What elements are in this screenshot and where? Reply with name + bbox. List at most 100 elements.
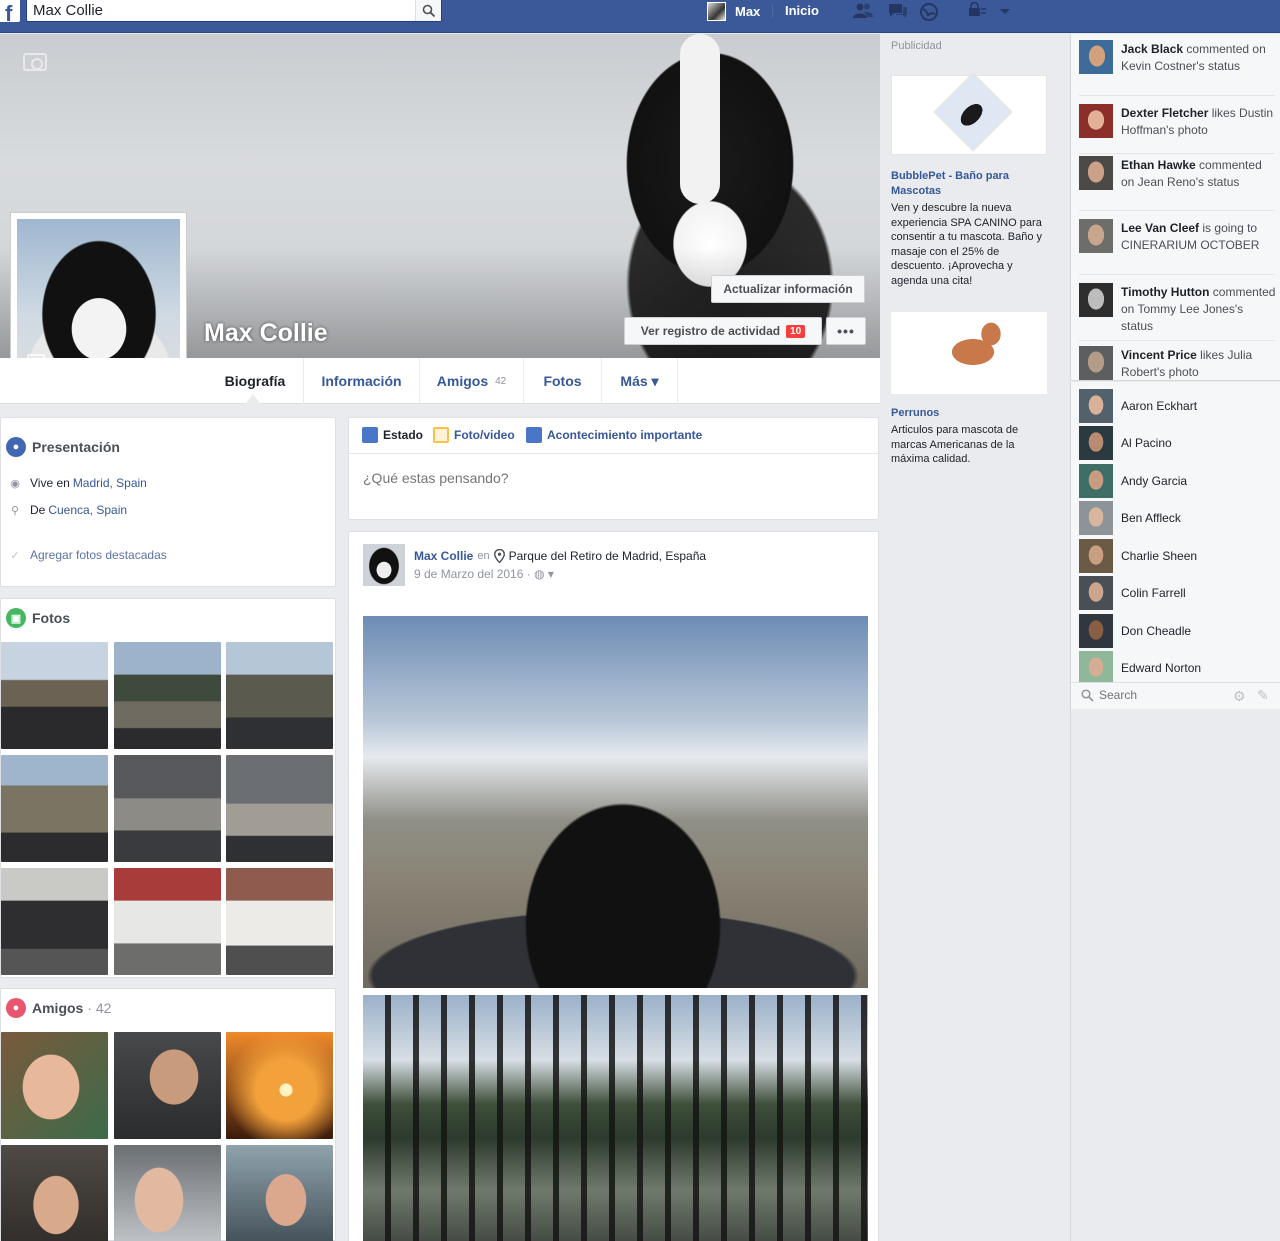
photo-thumbnail[interactable] — [114, 868, 221, 975]
composer-tab-photo[interactable]: Foto/video — [433, 427, 515, 443]
chat-contact-name: Aaron Eckhart — [1121, 399, 1198, 413]
chevron-down-icon[interactable] — [998, 2, 1018, 20]
photo-thumbnail[interactable] — [226, 642, 333, 749]
messages-icon[interactable] — [887, 2, 907, 20]
tab-label: Más ▾ — [620, 372, 659, 389]
chat-contact[interactable]: Don Cheadle — [1079, 613, 1275, 649]
from-prefix: De — [30, 503, 46, 517]
search-icon — [422, 4, 436, 18]
chat-contact-name: Al Pacino — [1121, 436, 1172, 450]
composer: Estado Foto/video Acontecimiento importa… — [348, 417, 879, 520]
tab-about[interactable]: Información — [304, 358, 420, 404]
ad-dog-graphic — [939, 318, 1003, 382]
friend-thumbnail[interactable] — [1, 1145, 108, 1241]
friend-thumbnail[interactable] — [114, 1145, 221, 1241]
composer-tabs: Estado Foto/video Acontecimiento importa… — [349, 418, 878, 454]
post-author-link[interactable]: Max Collie — [414, 549, 473, 563]
from-link[interactable]: Cuenca, Spain — [48, 503, 127, 517]
nav-home-link[interactable]: Inicio — [785, 3, 819, 18]
photo-thumbnail[interactable] — [226, 755, 333, 862]
facebook-logo[interactable]: f — [0, 0, 20, 22]
lives-in-link[interactable]: Madrid, Spain — [73, 476, 147, 490]
privacy-shortcuts-icon[interactable] — [967, 2, 987, 20]
chat-contact[interactable]: Ben Affleck — [1079, 500, 1275, 536]
ticker-item[interactable]: Lee Van Cleef is going to CINERARIUM OCT… — [1079, 217, 1275, 275]
tab-label: Fotos — [543, 373, 582, 389]
update-info-button[interactable]: Actualizar información — [711, 275, 865, 303]
add-featured-line[interactable]: ✓ Agregar fotos destacadas — [9, 548, 167, 562]
profile-name[interactable]: Max Collie — [204, 319, 328, 348]
ad-image[interactable] — [891, 72, 1047, 155]
activity-log-button[interactable]: Ver registro de actividad 10 — [624, 317, 822, 345]
chat-contact[interactable]: Colin Farrell — [1079, 575, 1275, 611]
friend-requests-icon[interactable] — [852, 2, 873, 20]
friends-title[interactable]: ● Amigos · 42 — [6, 998, 111, 1018]
photo-thumbnail[interactable] — [1, 755, 108, 862]
ticker-item[interactable]: Timothy Hutton commented on Tommy Lee Jo… — [1079, 281, 1275, 341]
composer-tab-status[interactable]: Estado — [362, 427, 423, 443]
post-timestamp[interactable]: 9 de Marzo del 2016 · ◍ ▾ — [414, 567, 554, 581]
photos-title[interactable]: ▣ Fotos — [6, 608, 70, 628]
search-button[interactable] — [415, 0, 441, 21]
chat-search-input[interactable] — [1099, 688, 1229, 702]
ticker-text: Ethan Hawke commented on Jean Reno's sta… — [1121, 157, 1277, 191]
post: Max Collie en Parque del Retiro de Madri… — [348, 531, 879, 1241]
add-featured-link[interactable]: Agregar fotos destacadas — [30, 548, 167, 562]
status-input[interactable] — [363, 470, 863, 486]
friend-thumbnail[interactable] — [114, 1032, 221, 1139]
friends-title-text: Amigos — [32, 1000, 84, 1016]
activity-log-label: Ver registro de actividad — [640, 324, 781, 338]
notifications-globe-icon[interactable] — [919, 2, 939, 21]
tab-label: Amigos — [436, 373, 489, 389]
search-input[interactable] — [33, 2, 413, 19]
more-options-button[interactable]: ••• — [826, 317, 866, 345]
photo-thumbnail[interactable] — [226, 868, 333, 975]
chat-contact-name: Colin Farrell — [1121, 586, 1186, 600]
friend-thumbnail[interactable] — [226, 1145, 333, 1241]
chat-contact[interactable]: Charlie Sheen — [1079, 538, 1275, 574]
ticker-text: Timothy Hutton commented on Tommy Lee Jo… — [1121, 284, 1277, 335]
nav-profile-link[interactable]: Max — [707, 1, 760, 21]
gear-icon[interactable]: ⚙ — [1233, 688, 1246, 705]
ticker-name: Jack Black — [1121, 42, 1184, 56]
chat-contact-name: Don Cheadle — [1121, 624, 1192, 638]
ticker-item[interactable]: Ethan Hawke commented on Jean Reno's sta… — [1079, 154, 1275, 211]
audience-globe-icon[interactable]: ◍ ▾ — [534, 567, 554, 581]
tab-label: Información — [321, 373, 402, 389]
chat-search-bar: ⚙ ✎ — [1071, 682, 1280, 709]
tab-more[interactable]: Más ▾ — [602, 358, 678, 404]
chat-contact[interactable]: Al Pacino — [1079, 425, 1275, 461]
friend-thumbnail[interactable] — [226, 1032, 333, 1139]
photo-thumbnail[interactable] — [114, 755, 221, 862]
post-photo[interactable] — [363, 616, 868, 988]
chat-contact[interactable]: Andy Garcia — [1079, 463, 1275, 499]
active-tab-indicator — [245, 394, 261, 404]
ad-title[interactable]: Perrunos — [891, 406, 1051, 421]
post-photo[interactable] — [363, 995, 868, 1241]
photo-thumbnail[interactable] — [1, 868, 108, 975]
photo-thumbnail[interactable] — [114, 642, 221, 749]
ad-image[interactable] — [891, 312, 1047, 394]
tab-friends[interactable]: Amigos 42 — [420, 358, 524, 404]
checkmark-icon: ✓ — [10, 549, 20, 562]
photo-thumbnail[interactable] — [1, 642, 108, 749]
ticker-item[interactable]: Jack Black commented on Kevin Costner's … — [1079, 38, 1275, 96]
ad-title[interactable]: BubblePet - Baño para Mascotas — [891, 169, 1051, 199]
tab-photos[interactable]: Fotos — [524, 358, 602, 404]
chat-contact[interactable]: Aaron Eckhart — [1079, 388, 1275, 424]
chat-contact[interactable]: Edward Norton — [1079, 650, 1275, 686]
new-message-icon[interactable]: ✎ — [1257, 687, 1269, 704]
avatar — [1079, 346, 1113, 380]
composer-tab-life-event[interactable]: Acontecimiento importante — [526, 427, 702, 443]
ticker-item[interactable]: Vincent Price likes Julia Robert's photo — [1079, 344, 1275, 380]
ticker-item[interactable]: Dexter Fletcher likes Dustin Hoffman's p… — [1079, 102, 1275, 154]
avatar — [1079, 539, 1113, 573]
friend-thumbnail[interactable] — [1, 1032, 108, 1139]
nav-user-name: Max — [735, 3, 761, 19]
composer-tab-label: Foto/video — [454, 428, 515, 442]
avatar[interactable] — [363, 544, 405, 586]
camera-icon[interactable] — [23, 53, 47, 71]
post-location-link[interactable]: Parque del Retiro de Madrid, España — [509, 549, 706, 563]
post-header: Max Collie en Parque del Retiro de Madri… — [414, 549, 706, 563]
avatar — [1079, 464, 1113, 498]
